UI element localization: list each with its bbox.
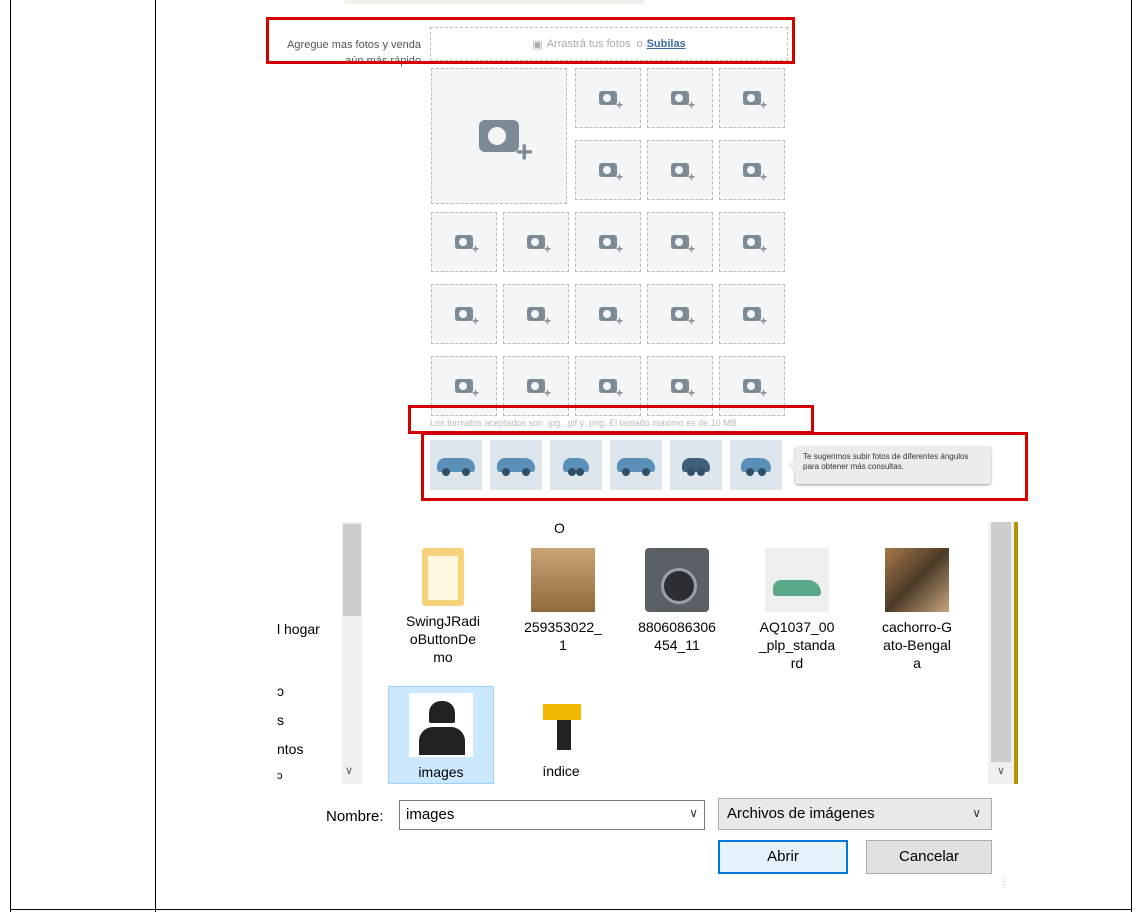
photo-slot[interactable] [575, 68, 641, 128]
camera-plus-icon [455, 379, 479, 400]
file-name: cachorro-G ato-Bengal a [881, 619, 953, 671]
photo-slot[interactable] [431, 212, 497, 272]
open-button[interactable]: Abrir [718, 840, 848, 874]
camera-plus-icon [455, 307, 479, 328]
photo-slot-main[interactable] [431, 68, 567, 204]
photo-slot[interactable] [719, 140, 785, 200]
file-item[interactable]: 8806086306 454_11 [624, 548, 730, 654]
photo-slot[interactable] [719, 212, 785, 272]
police-avatar-thumb [409, 693, 473, 757]
partial-file-label: O [554, 520, 565, 536]
file-name: images [418, 764, 464, 780]
highlight-box-angles [421, 432, 1028, 501]
file-name-value: images [406, 806, 455, 823]
cat-photo-thumb [885, 548, 949, 612]
nav-item[interactable]: l hogar [277, 621, 320, 637]
file-type-select[interactable]: Archivos de imágenes ∨ [718, 798, 992, 830]
top-divider [345, 0, 645, 4]
photo-slot[interactable] [647, 68, 713, 128]
camera-plus-icon [743, 307, 767, 328]
crib-photo-thumb [531, 548, 595, 612]
table-border-left [10, 0, 11, 912]
camera-plus-icon [743, 235, 767, 256]
camera-plus-icon [671, 235, 695, 256]
drill-photo-thumb [529, 692, 593, 756]
cancel-button[interactable]: Cancelar [866, 840, 992, 874]
file-type-value: Archivos de imágenes [727, 805, 875, 822]
file-item-folder[interactable]: SwingJRadi oButtonDe mo [390, 548, 496, 666]
photo-slot[interactable] [647, 140, 713, 200]
file-name: índice [542, 763, 580, 779]
chevron-down-icon: ∨ [972, 806, 981, 820]
resize-grip-icon[interactable]: ⋮ [1000, 876, 1009, 887]
photo-slot[interactable] [575, 284, 641, 344]
camera-plus-icon [599, 163, 623, 184]
chevron-down-icon[interactable]: ∨ [689, 806, 698, 820]
camera-plus-icon [743, 91, 767, 112]
table-border-inner [155, 0, 156, 912]
photo-slot[interactable] [431, 284, 497, 344]
camera-plus-icon [527, 235, 551, 256]
file-item[interactable]: cachorro-G ato-Bengal a [864, 548, 970, 672]
photo-slot[interactable] [719, 284, 785, 344]
photo-slot[interactable] [575, 140, 641, 200]
nav-scroll-down-arrow[interactable]: ∨ [345, 764, 353, 777]
file-name-input[interactable]: images ∨ [399, 800, 705, 830]
window-edge [1014, 522, 1018, 784]
file-name: 8806086306 454_11 [638, 619, 716, 653]
photo-slot[interactable] [647, 212, 713, 272]
camera-plus-icon [599, 91, 623, 112]
highlight-box-upload-bar [266, 17, 795, 64]
file-name: SwingJRadi oButtonDe mo [406, 613, 480, 665]
file-name: 259353022_ 1 [524, 619, 602, 653]
nav-item[interactable]: s [277, 712, 284, 728]
table-border-right [1131, 0, 1132, 912]
washing-machine-photo-thumb [645, 548, 709, 612]
camera-plus-icon [743, 163, 767, 184]
file-item-selected[interactable]: images [388, 686, 494, 784]
files-scroll-down-arrow[interactable]: ∨ [997, 764, 1005, 777]
camera-plus-icon [671, 163, 695, 184]
photo-slot[interactable] [647, 284, 713, 344]
nav-scrollbar-thumb[interactable] [343, 524, 361, 616]
table-border-bottom [10, 909, 1132, 910]
folder-icon [422, 548, 464, 606]
highlight-box-formats [408, 405, 814, 434]
nav-item[interactable]: ntos [277, 741, 303, 757]
sneaker-photo-thumb [765, 548, 829, 612]
photo-slot[interactable] [503, 212, 569, 272]
camera-plus-icon [527, 379, 551, 400]
file-item[interactable]: índice [508, 692, 614, 780]
file-item[interactable]: 259353022_ 1 [510, 548, 616, 654]
camera-plus-icon [479, 120, 533, 170]
photo-slot[interactable] [503, 284, 569, 344]
file-name-label: Nombre: [326, 808, 384, 825]
photo-slot[interactable] [719, 68, 785, 128]
nav-item[interactable]: ɔ [277, 770, 283, 782]
nav-item[interactable]: ɔ [277, 683, 284, 699]
camera-plus-icon [671, 91, 695, 112]
camera-plus-icon [599, 379, 623, 400]
photo-slot[interactable] [575, 212, 641, 272]
camera-plus-icon [455, 235, 479, 256]
camera-plus-icon [599, 307, 623, 328]
file-item[interactable]: AQ1037_00 _plp_standa rd [744, 548, 850, 672]
files-scrollbar-thumb[interactable] [991, 522, 1011, 762]
camera-plus-icon [599, 235, 623, 256]
camera-plus-icon [671, 307, 695, 328]
camera-plus-icon [743, 379, 767, 400]
camera-plus-icon [527, 307, 551, 328]
file-name: AQ1037_00 _plp_standa rd [758, 619, 836, 671]
camera-plus-icon [671, 379, 695, 400]
